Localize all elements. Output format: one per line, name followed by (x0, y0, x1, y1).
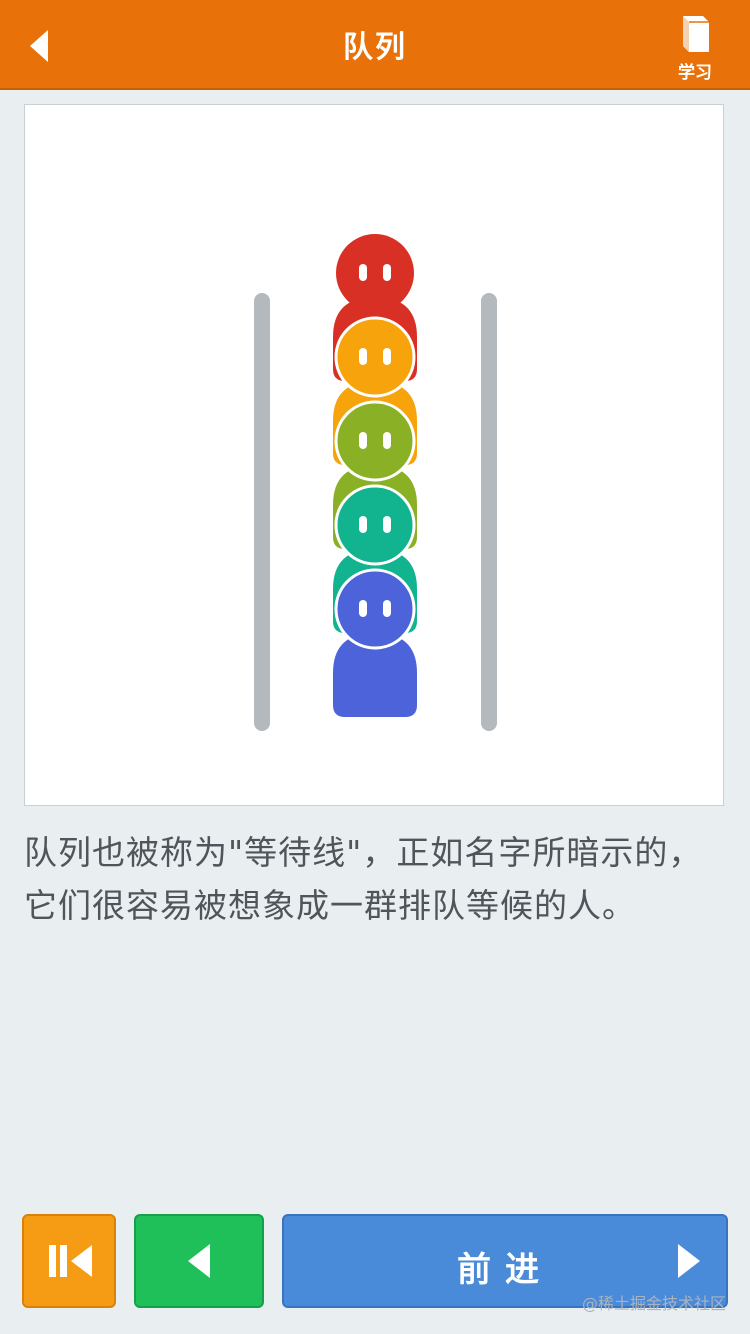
person-eye (359, 600, 367, 617)
person-eye (383, 348, 391, 365)
next-label: 前进 (457, 1250, 553, 1290)
previous-button[interactable] (134, 1214, 264, 1308)
queue-illustration (254, 234, 497, 731)
skip-to-start-button[interactable] (22, 1214, 116, 1308)
right-rail (481, 293, 497, 731)
learn-label: 学习 (678, 63, 712, 83)
person-eye (359, 432, 367, 449)
queue-people (333, 234, 417, 717)
person-eye (359, 264, 367, 281)
skip-to-start-icon (49, 1245, 92, 1277)
left-rail (254, 293, 270, 731)
person-head (336, 234, 414, 312)
header-bar: 队列 学习 (0, 0, 750, 90)
watermark: @稀土掘金技术社区 (581, 1294, 726, 1313)
person-eye (383, 516, 391, 533)
person-head (334, 400, 416, 482)
book-icon (683, 16, 709, 52)
person-head (334, 316, 416, 398)
person-eye (359, 516, 367, 533)
person-eye (383, 264, 391, 281)
previous-icon (188, 1244, 210, 1278)
person-head (334, 568, 416, 650)
learn-button[interactable]: 学习 (670, 12, 720, 83)
person-eye (383, 432, 391, 449)
person-head (334, 484, 416, 566)
person-eye (359, 348, 367, 365)
description-text: 队列也被称为"等待线"，正如名字所暗示的，它们很容易被想象成一群排队等候的人。 (24, 833, 703, 925)
page-title: 队列 (343, 30, 407, 65)
illustration-panel (24, 104, 724, 806)
queue-person (333, 568, 417, 717)
person-eye (383, 600, 391, 617)
